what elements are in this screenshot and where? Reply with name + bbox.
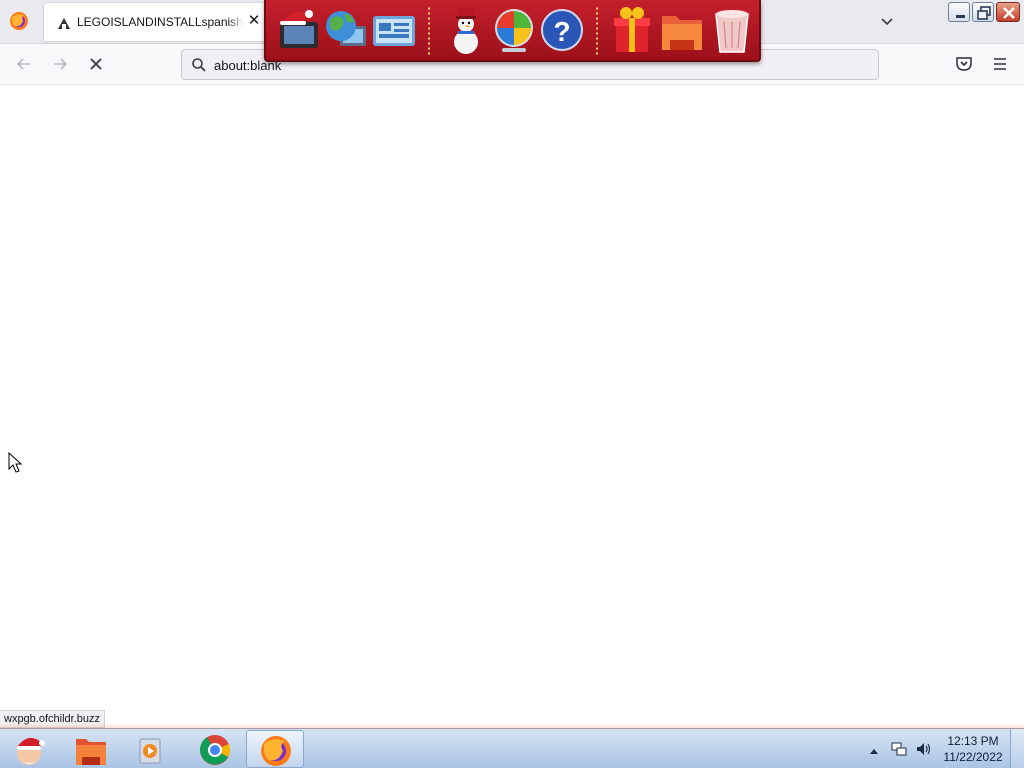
window-controls <box>948 2 1020 24</box>
taskbar-glow <box>0 723 1024 729</box>
recycle-bin-icon[interactable] <box>708 4 756 56</box>
santa-tv-icon[interactable] <box>274 4 322 56</box>
stop-loading-icon[interactable] <box>86 54 106 74</box>
santa-start-icon <box>17 737 45 765</box>
firefox-icon <box>261 736 291 766</box>
list-all-tabs-icon[interactable] <box>876 10 898 32</box>
clock-time: 12:13 PM <box>947 734 999 748</box>
dock-separator <box>596 6 598 56</box>
taskbar-file-explorer[interactable] <box>62 730 118 768</box>
volume-icon[interactable] <box>915 741 931 757</box>
firefox-icon[interactable] <box>9 11 29 31</box>
taskbar-media-player[interactable] <box>124 730 180 768</box>
lego-island-icon <box>58 18 70 29</box>
minimize-icon <box>956 15 965 18</box>
file-explorer-icon <box>76 739 106 765</box>
gift-icon[interactable] <box>608 4 656 56</box>
network-icon[interactable] <box>891 741 907 757</box>
chrome-icon <box>200 735 231 765</box>
tab-title: LEGOISLANDINSTALLspanish.zip <box>77 15 243 29</box>
tab-lego-island[interactable]: LEGOISLANDINSTALLspanish.zip ✕ <box>44 3 266 41</box>
close-icon <box>1003 7 1015 19</box>
clock-date: 11/22/2022 <box>943 750 1003 764</box>
system-clock[interactable]: 12:13 PM 11/22/2022 <box>940 733 1006 765</box>
taskbar-firefox[interactable] <box>246 730 304 768</box>
svg-text:?: ? <box>553 16 570 47</box>
minimize-button[interactable] <box>948 2 970 22</box>
dock-separator <box>428 6 430 56</box>
restore-icon <box>977 6 991 20</box>
forward-arrow-icon[interactable] <box>50 54 70 74</box>
help-icon[interactable]: ? <box>538 4 586 56</box>
close-window-button[interactable] <box>996 2 1020 22</box>
media-player-icon <box>139 738 161 764</box>
mouse-pointer-icon <box>8 452 23 473</box>
tab-close-icon[interactable]: ✕ <box>245 12 263 30</box>
folder-icon[interactable] <box>658 4 706 56</box>
control-panel-icon[interactable] <box>370 4 418 56</box>
restore-button[interactable] <box>972 2 994 22</box>
snowman-icon[interactable] <box>442 4 490 56</box>
taskbar: 12:13 PM 11/22/2022 <box>0 723 1024 768</box>
search-icon <box>192 58 206 72</box>
taskbar-chrome[interactable] <box>186 730 242 768</box>
page-content[interactable] <box>0 85 1024 728</box>
desktop-dock: ? <box>264 0 761 62</box>
pocket-icon[interactable] <box>954 54 974 74</box>
start-button[interactable] <box>0 730 56 768</box>
globe-internet-icon[interactable] <box>322 4 370 56</box>
show-desktop-button[interactable] <box>1010 729 1024 768</box>
windows-logo-icon[interactable] <box>490 4 538 56</box>
menu-hamburger-icon[interactable] <box>990 54 1010 74</box>
show-hidden-icons-icon[interactable] <box>866 743 882 759</box>
back-arrow-icon[interactable] <box>14 54 34 74</box>
